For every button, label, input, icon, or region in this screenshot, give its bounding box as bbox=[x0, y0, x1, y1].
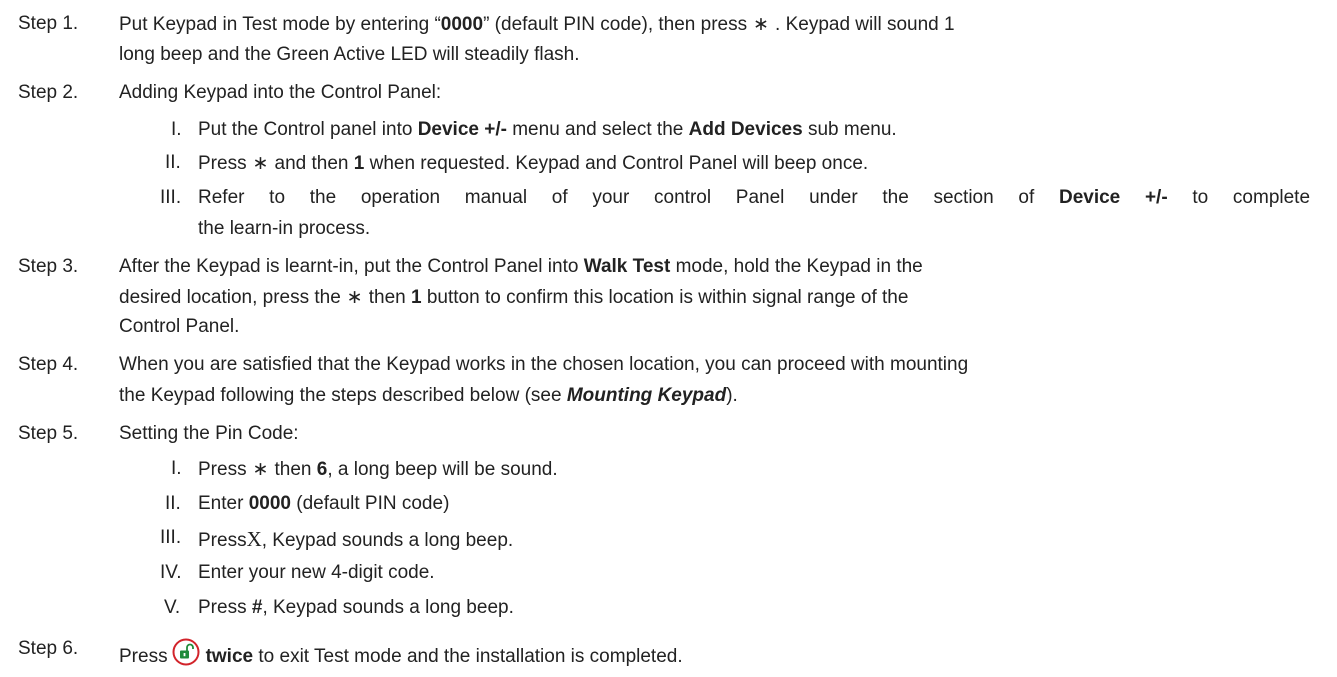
mounting-keypad-reference: Mounting Keypad bbox=[566, 385, 727, 406]
step-2-item-3-number: III. bbox=[160, 187, 182, 208]
x-key-icon: X bbox=[246, 527, 262, 551]
installation-steps-page: { "steps": [ { "label": "Step 1.", "line… bbox=[0, 0, 1337, 677]
step-5-item-4: Enter your new 4-digit code. bbox=[198, 562, 435, 583]
step-4-label: Step 4. bbox=[18, 354, 79, 375]
step-2-item-1: Put the Control panel into Device +/- me… bbox=[198, 119, 897, 140]
step-6-label: Step 6. bbox=[18, 638, 79, 659]
step-1-line-1: Put Keypad in Test mode by entering “000… bbox=[119, 13, 955, 35]
star-key-icon: ∗ bbox=[346, 286, 363, 308]
step-4-line-2: the Keypad following the steps described… bbox=[119, 385, 738, 406]
step-5-item-3: PressX, Keypad sounds a long beep. bbox=[198, 527, 514, 551]
step-5-item-1: Press ∗ then 6, a long beep will be sound. bbox=[198, 458, 558, 480]
step-2-item-2: Press ∗ and then 1 when requested. Keypad … bbox=[198, 152, 869, 174]
step-5-item-3-number: III. bbox=[160, 527, 182, 548]
step-5-item-4-number: IV. bbox=[160, 562, 182, 583]
step-2-intro: Adding Keypad into the Control Panel: bbox=[119, 82, 442, 103]
step-1-label: Step 1. bbox=[18, 13, 79, 34]
step-6-line: Press twice to exit Test mode and the in… bbox=[119, 638, 683, 672]
step-5-item-2: Enter 0000 (default PIN code) bbox=[198, 493, 450, 514]
step-5-item-1-number: I. bbox=[171, 458, 182, 479]
step-5-item-5-number: V. bbox=[164, 597, 181, 618]
step-5-item-5: Press #, Keypad sounds a long beep. bbox=[198, 597, 514, 618]
step-5-label: Step 5. bbox=[18, 423, 79, 444]
star-key-icon: ∗ bbox=[753, 13, 770, 35]
step-3-line-3: Control Panel. bbox=[119, 316, 240, 337]
step-2-item-2-number: II. bbox=[165, 152, 181, 173]
step-3-line-2: desired location, press the ∗ then 1 butto… bbox=[119, 286, 909, 308]
step-5-intro: Setting the Pin Code: bbox=[119, 423, 299, 444]
step-2-item-1-number: I. bbox=[171, 119, 182, 140]
star-key-icon: ∗ bbox=[252, 152, 269, 174]
unlock-button-icon bbox=[172, 638, 200, 672]
step-1-line-2: long beep and the Green Active LED will … bbox=[119, 44, 580, 65]
step-3-label: Step 3. bbox=[18, 256, 79, 277]
step-2-label: Step 2. bbox=[18, 82, 79, 103]
step-4-line-1: When you are satisfied that the Keypad w… bbox=[119, 354, 969, 375]
step-5-item-2-number: II. bbox=[165, 493, 181, 514]
step-3-line-1: After the Keypad is learnt-in, put the C… bbox=[119, 256, 923, 277]
step-2-item-3: Refer to the operation manual of your co… bbox=[198, 187, 1311, 208]
step-2-item-3-continuation: the learn-in process. bbox=[198, 218, 371, 239]
star-key-icon: ∗ bbox=[252, 458, 269, 480]
